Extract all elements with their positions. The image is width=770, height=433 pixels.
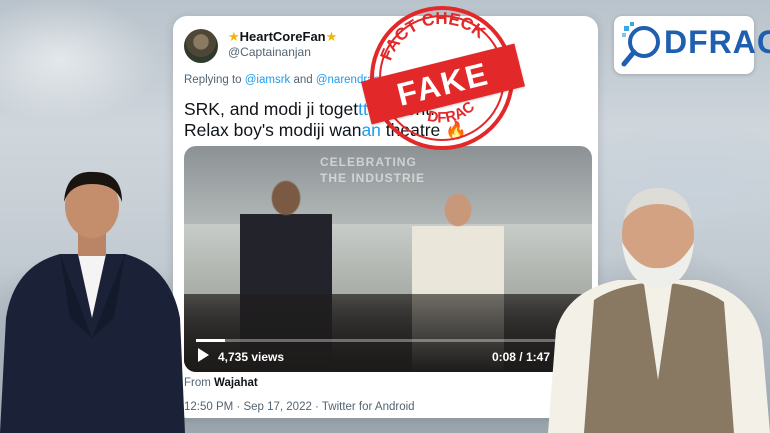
person-right-cutout xyxy=(548,188,770,433)
logo-text: DFRAC xyxy=(664,24,770,60)
star-icon: ★ xyxy=(228,29,240,44)
avatar[interactable] xyxy=(184,29,218,63)
source-link[interactable]: Wajahat xyxy=(214,377,258,389)
play-icon[interactable] xyxy=(198,348,209,362)
logo-magnifier-icon xyxy=(621,22,660,67)
star-icon: ★ xyxy=(325,29,338,44)
video-progress-bar[interactable] xyxy=(196,339,580,342)
display-name[interactable]: ★HeartCoreFan★ xyxy=(228,29,337,45)
user-handle[interactable]: @Captainanjan xyxy=(228,45,311,59)
video-source: From Wajahat xyxy=(184,377,258,389)
tweet-timestamp[interactable]: 12:50 PM · Sep 17, 2022 · Twitter for An… xyxy=(184,401,415,413)
view-count: 4,735 views xyxy=(218,350,285,364)
reply-context: Replying to @iamsrk and @narendramo xyxy=(184,74,390,86)
screen-banner-text: CELEBRATING THE INDUSTRIE xyxy=(320,155,426,185)
person-left-cutout xyxy=(0,171,185,433)
progress-fill xyxy=(196,339,225,342)
video-player[interactable]: CELEBRATING THE INDUSTRIE 4,735 views 0:… xyxy=(184,146,592,372)
video-time: 0:08 / 1:47 xyxy=(491,350,550,364)
mention-link[interactable]: @iamsrk xyxy=(245,74,291,86)
